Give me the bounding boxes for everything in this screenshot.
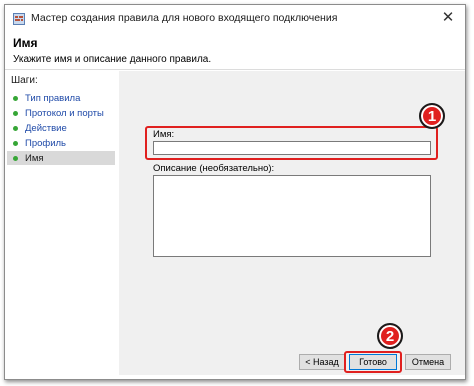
close-button[interactable]: ✕ [431, 5, 465, 29]
sidebar-item-name[interactable]: Имя [7, 151, 115, 165]
cancel-button[interactable]: Отмена [405, 354, 451, 370]
close-icon: ✕ [441, 9, 455, 26]
step-complete-icon [13, 125, 18, 131]
sidebar-item-action[interactable]: Действие [7, 121, 115, 135]
sidebar-item-rule-type[interactable]: Тип правила [7, 91, 115, 105]
step-complete-icon [13, 140, 18, 146]
sidebar-item-label: Профиль [25, 137, 67, 149]
step-complete-icon [13, 110, 18, 116]
back-button[interactable]: < Назад [299, 354, 345, 370]
sidebar-item-label: Имя [25, 152, 44, 164]
highlight-finish-button [344, 351, 402, 373]
sidebar-item-label: Действие [25, 122, 67, 134]
wizard-content: Имя: 1 Описание (необязательно): [119, 71, 465, 351]
sidebar-item-profile[interactable]: Профиль [7, 136, 115, 150]
window-title: Мастер создания правила для нового входя… [31, 12, 338, 24]
firewall-icon [13, 12, 25, 25]
highlight-name-field [145, 126, 438, 160]
annotation-badge-1: 1 [419, 103, 445, 129]
step-current-icon [13, 155, 18, 161]
wizard-header: Имя Укажите имя и описание данного прави… [5, 31, 465, 71]
header-divider [5, 69, 465, 70]
annotation-badge-2: 2 [377, 323, 403, 349]
wizard-window: Мастер создания правила для нового входя… [4, 4, 466, 380]
wizard-footer: < Назад Готово Отмена [119, 351, 465, 375]
steps-heading: Шаги: [11, 75, 38, 86]
sidebar-item-label: Тип правила [25, 92, 81, 104]
sidebar-item-label: Протокол и порты [25, 107, 104, 119]
steps-sidebar: Шаги: Тип правила Протокол и порты Дейст… [5, 71, 117, 375]
page-title: Имя [13, 36, 38, 50]
page-subtitle: Укажите имя и описание данного правила. [13, 54, 212, 65]
step-complete-icon [13, 95, 18, 101]
description-label: Описание (необязательно): [153, 163, 275, 174]
title-bar: Мастер создания правила для нового входя… [5, 5, 465, 31]
description-textarea[interactable] [153, 175, 431, 257]
sidebar-item-protocol-ports[interactable]: Протокол и порты [7, 106, 115, 120]
